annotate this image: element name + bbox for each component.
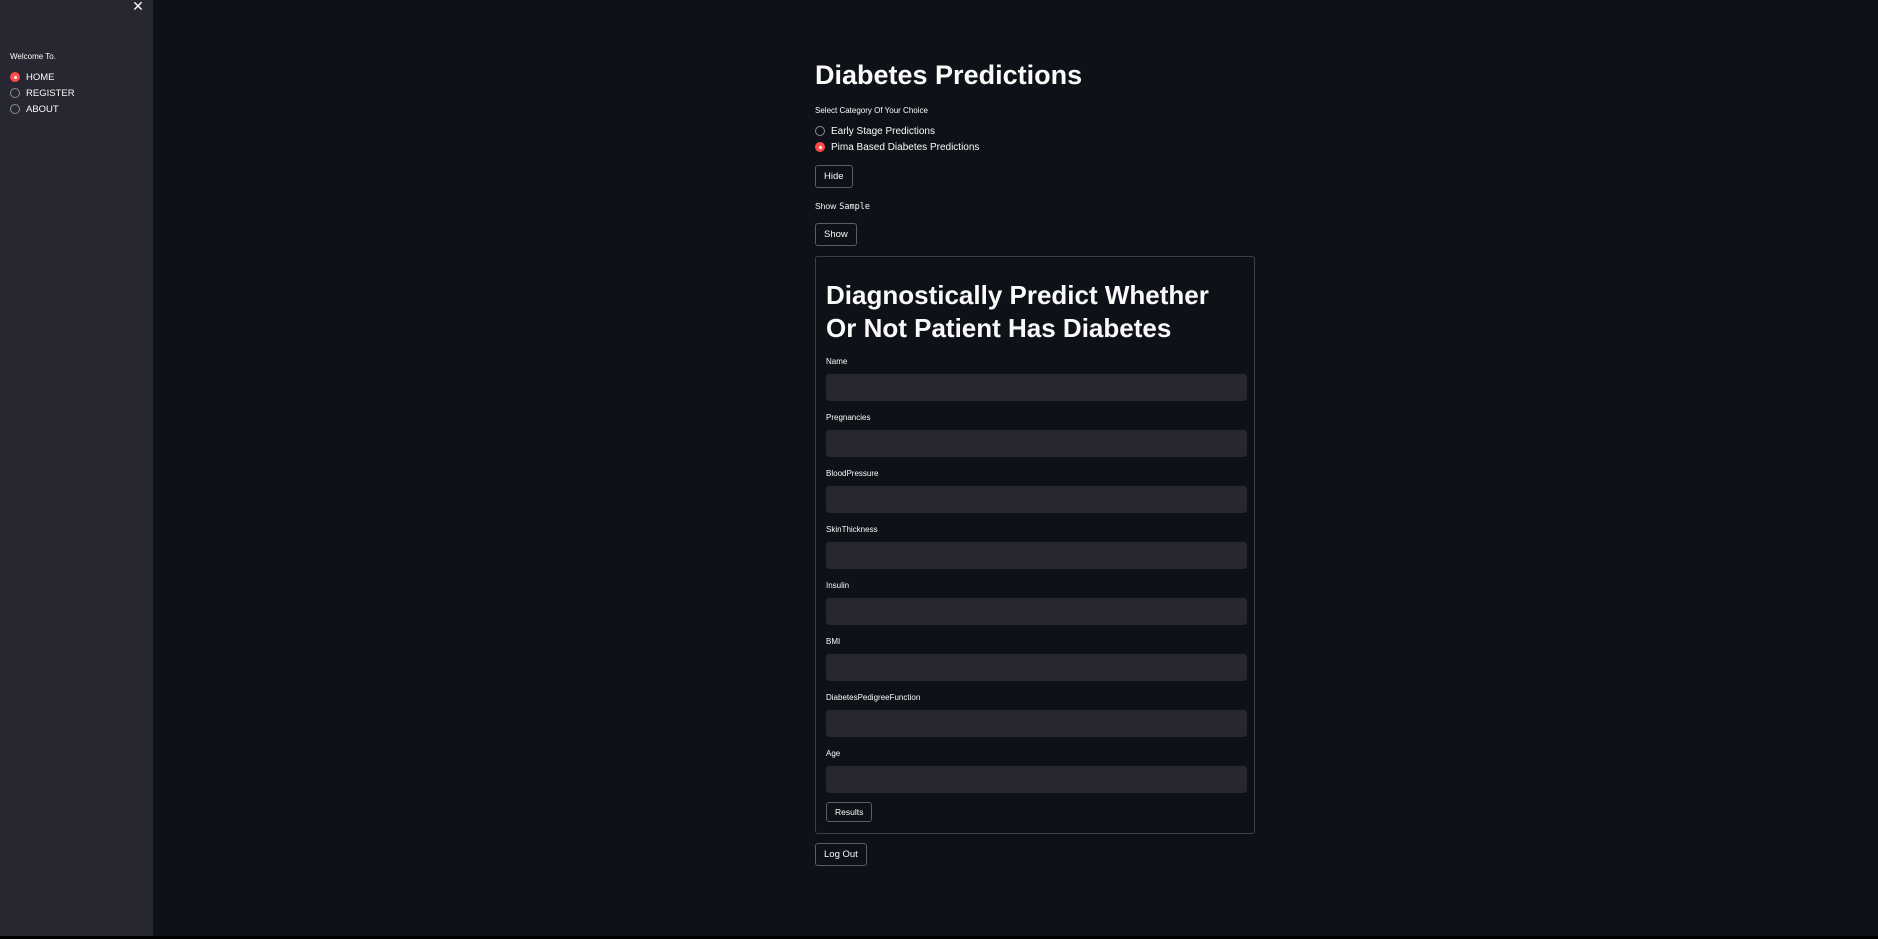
- insulin-label: Insulin: [826, 581, 850, 590]
- form-title: Diagnostically Predict Whether Or Not Pa…: [826, 280, 1209, 343]
- radio-unselected-icon[interactable]: [815, 126, 825, 136]
- name-label: Name: [826, 357, 848, 366]
- radio-unselected-icon[interactable]: [10, 104, 20, 114]
- pregnancies-label: Pregnancies: [826, 413, 871, 422]
- option-early-stage[interactable]: Early Stage Predictions: [815, 124, 935, 138]
- page-title: Diabetes Predictions: [815, 60, 1083, 90]
- radio-unselected-icon[interactable]: [10, 88, 20, 98]
- sidebar-item-about[interactable]: ABOUT: [10, 102, 59, 116]
- age-input[interactable]: [826, 766, 1247, 793]
- prediction-form: Diagnostically Predict Whether Or Not Pa…: [815, 256, 1255, 834]
- sidebar-item-label: REGISTER: [26, 87, 75, 99]
- pregnancies-input[interactable]: [826, 430, 1247, 457]
- radio-selected-icon[interactable]: [815, 142, 825, 152]
- insulin-input[interactable]: [826, 598, 1247, 625]
- logout-button[interactable]: Log Out: [815, 843, 867, 866]
- sidebar-item-label: ABOUT: [26, 103, 59, 115]
- radio-selected-icon[interactable]: [10, 72, 20, 82]
- option-pima-based[interactable]: Pima Based Diabetes Predictions: [815, 140, 979, 154]
- bmi-input[interactable]: [826, 654, 1247, 681]
- sidebar: ✕ Welcome To. HOME REGISTER ABOUT: [0, 0, 153, 939]
- sidebar-item-label: HOME: [26, 71, 55, 83]
- category-select-label: Select Category Of Your Choice: [815, 106, 928, 115]
- sidebar-item-home[interactable]: HOME: [10, 70, 55, 84]
- show-button[interactable]: Show: [815, 223, 857, 246]
- option-label: Pima Based Diabetes Predictions: [831, 141, 980, 153]
- sidebar-item-register[interactable]: REGISTER: [10, 86, 75, 100]
- sidebar-label: Welcome To.: [10, 52, 56, 61]
- results-button[interactable]: Results: [826, 802, 873, 822]
- blood-pressure-label: BloodPressure: [826, 469, 879, 478]
- skin-thickness-label: SkinThickness: [826, 525, 878, 534]
- show-sample-text: Show Sample: [815, 201, 870, 212]
- name-input[interactable]: [826, 374, 1247, 401]
- diabetes-pedigree-label: DiabetesPedigreeFunction: [826, 693, 921, 702]
- bmi-label: BMI: [826, 637, 841, 646]
- show-sample-code: Sample: [839, 202, 870, 212]
- show-sample-label: Show: [815, 201, 837, 211]
- hide-button[interactable]: Hide: [815, 165, 853, 188]
- diabetes-pedigree-input[interactable]: [826, 710, 1247, 737]
- option-label: Early Stage Predictions: [831, 125, 935, 137]
- close-icon[interactable]: ✕: [130, 0, 146, 14]
- blood-pressure-input[interactable]: [826, 486, 1247, 513]
- skin-thickness-input[interactable]: [826, 542, 1247, 569]
- age-label: Age: [826, 749, 841, 758]
